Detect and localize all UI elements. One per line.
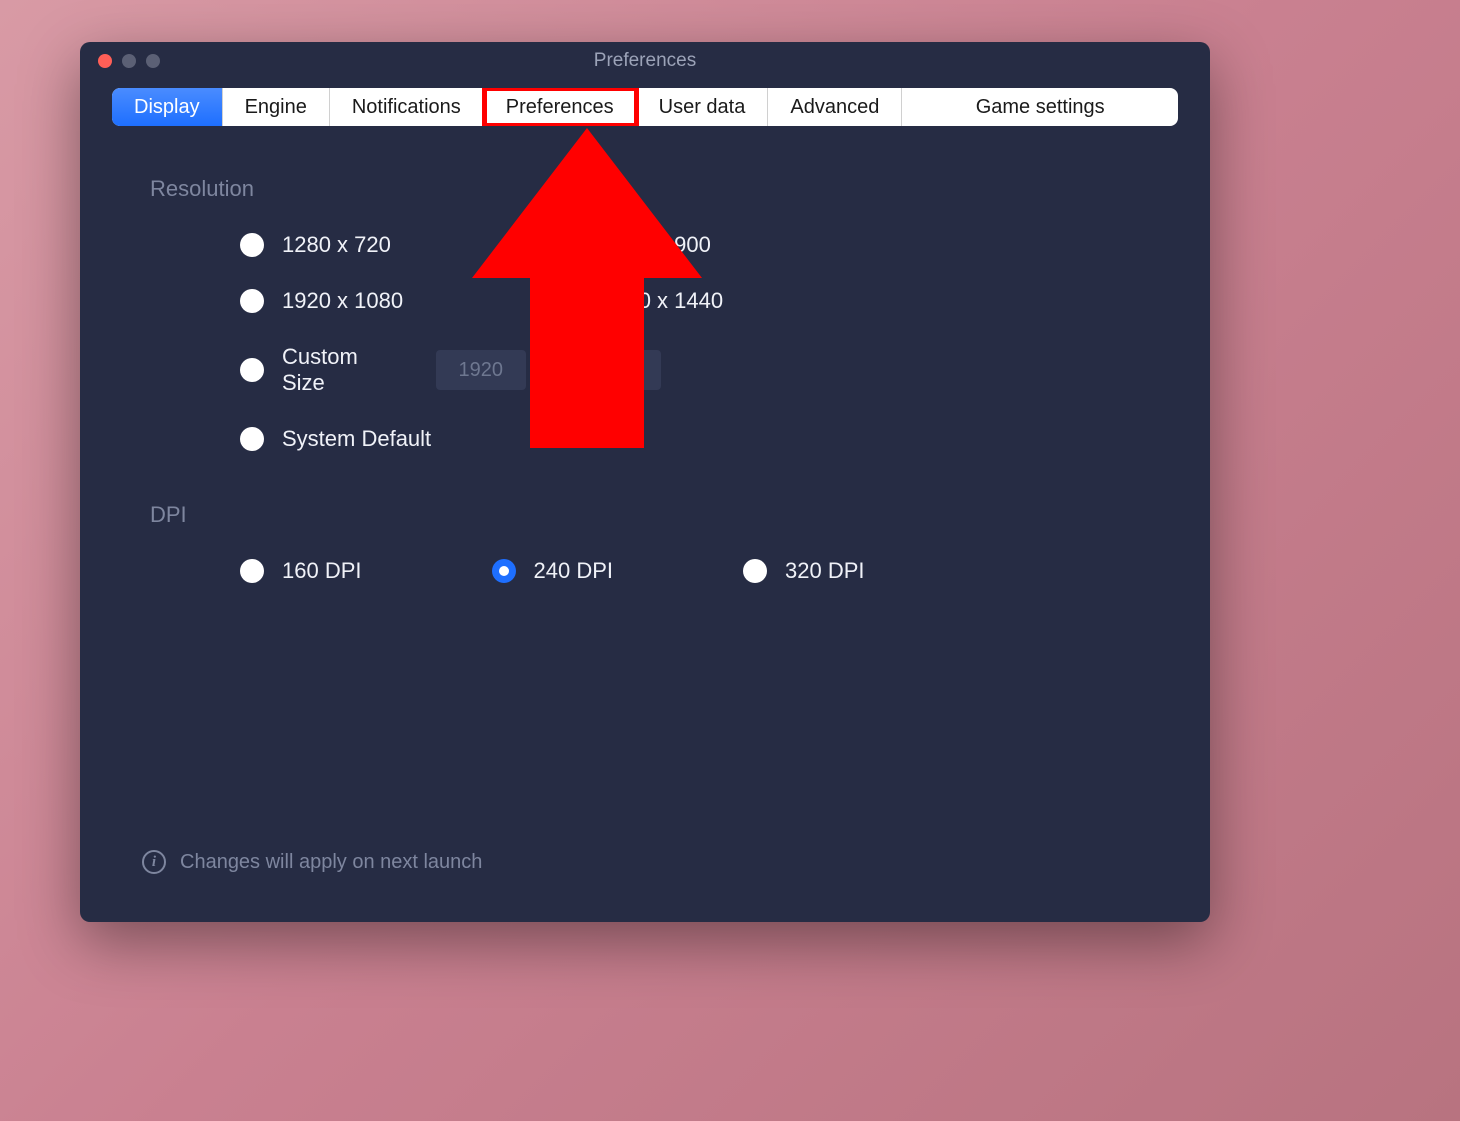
close-window-button[interactable] xyxy=(98,54,112,68)
resolution-option-1280x720[interactable]: 1280 x 720 xyxy=(240,232,560,258)
radio-icon xyxy=(240,559,264,583)
traffic-lights xyxy=(80,54,160,68)
radio-icon xyxy=(560,289,584,313)
dpi-option-320[interactable]: 320 DPI xyxy=(743,558,865,584)
radio-label: 1280 x 720 xyxy=(282,232,391,258)
section-label-resolution: Resolution xyxy=(150,176,1140,202)
tab-user-data[interactable]: User data xyxy=(637,88,769,126)
tab-engine[interactable]: Engine xyxy=(223,88,330,126)
maximize-window-button[interactable] xyxy=(146,54,160,68)
resolution-option-2560x1440[interactable]: 2560 x 1440 xyxy=(560,288,1140,314)
radio-icon xyxy=(240,233,264,257)
window-title: Preferences xyxy=(80,50,1210,72)
resolution-option-system-default[interactable]: System Default xyxy=(240,426,560,452)
tab-game-settings[interactable]: Game settings xyxy=(902,88,1178,126)
radio-label: 240 DPI xyxy=(534,558,614,584)
radio-label: 1920 x 1080 xyxy=(282,288,403,314)
preferences-window: Preferences Display Engine Notifications… xyxy=(80,42,1210,922)
resolution-option-1920x1080[interactable]: 1920 x 1080 xyxy=(240,288,560,314)
footer-message: Changes will apply on next launch xyxy=(180,851,482,874)
dpi-options: 160 DPI 240 DPI 320 DPI xyxy=(240,558,1140,584)
radio-label: 2560 x 1440 xyxy=(602,288,723,314)
dpi-option-240[interactable]: 240 DPI xyxy=(492,558,614,584)
radio-label: Custom Size xyxy=(282,344,358,396)
footer-note: i Changes will apply on next launch xyxy=(142,850,482,874)
tab-display[interactable]: Display xyxy=(112,88,223,126)
resolution-options: 1280 x 720 1600 x 900 1920 x 1080 2560 x… xyxy=(240,232,1140,452)
tab-bar: Display Engine Notifications Preferences… xyxy=(112,88,1178,126)
dimension-separator: x xyxy=(544,360,553,381)
resolution-option-1600x900[interactable]: 1600 x 900 xyxy=(560,232,1140,258)
titlebar: Preferences xyxy=(80,42,1210,80)
radio-label: System Default xyxy=(282,426,431,452)
radio-label: 160 DPI xyxy=(282,558,362,584)
radio-icon xyxy=(492,559,516,583)
radio-label: 320 DPI xyxy=(785,558,865,584)
section-label-dpi: DPI xyxy=(150,502,1140,528)
radio-icon xyxy=(743,559,767,583)
radio-icon xyxy=(240,358,264,382)
minimize-window-button[interactable] xyxy=(122,54,136,68)
radio-icon xyxy=(560,233,584,257)
info-icon: i xyxy=(142,850,166,874)
dpi-option-160[interactable]: 160 DPI xyxy=(240,558,362,584)
radio-icon xyxy=(240,427,264,451)
radio-icon xyxy=(240,289,264,313)
tab-preferences[interactable]: Preferences xyxy=(484,88,637,126)
tab-advanced[interactable]: Advanced xyxy=(768,88,902,126)
tab-notifications[interactable]: Notifications xyxy=(330,88,484,126)
resolution-option-custom[interactable]: Custom Size 1920 x 1080 xyxy=(240,344,560,396)
custom-width-input[interactable]: 1920 xyxy=(436,350,526,390)
content-area: Resolution 1280 x 720 1600 x 900 1920 x … xyxy=(80,126,1210,584)
radio-label: 1600 x 900 xyxy=(602,232,711,258)
